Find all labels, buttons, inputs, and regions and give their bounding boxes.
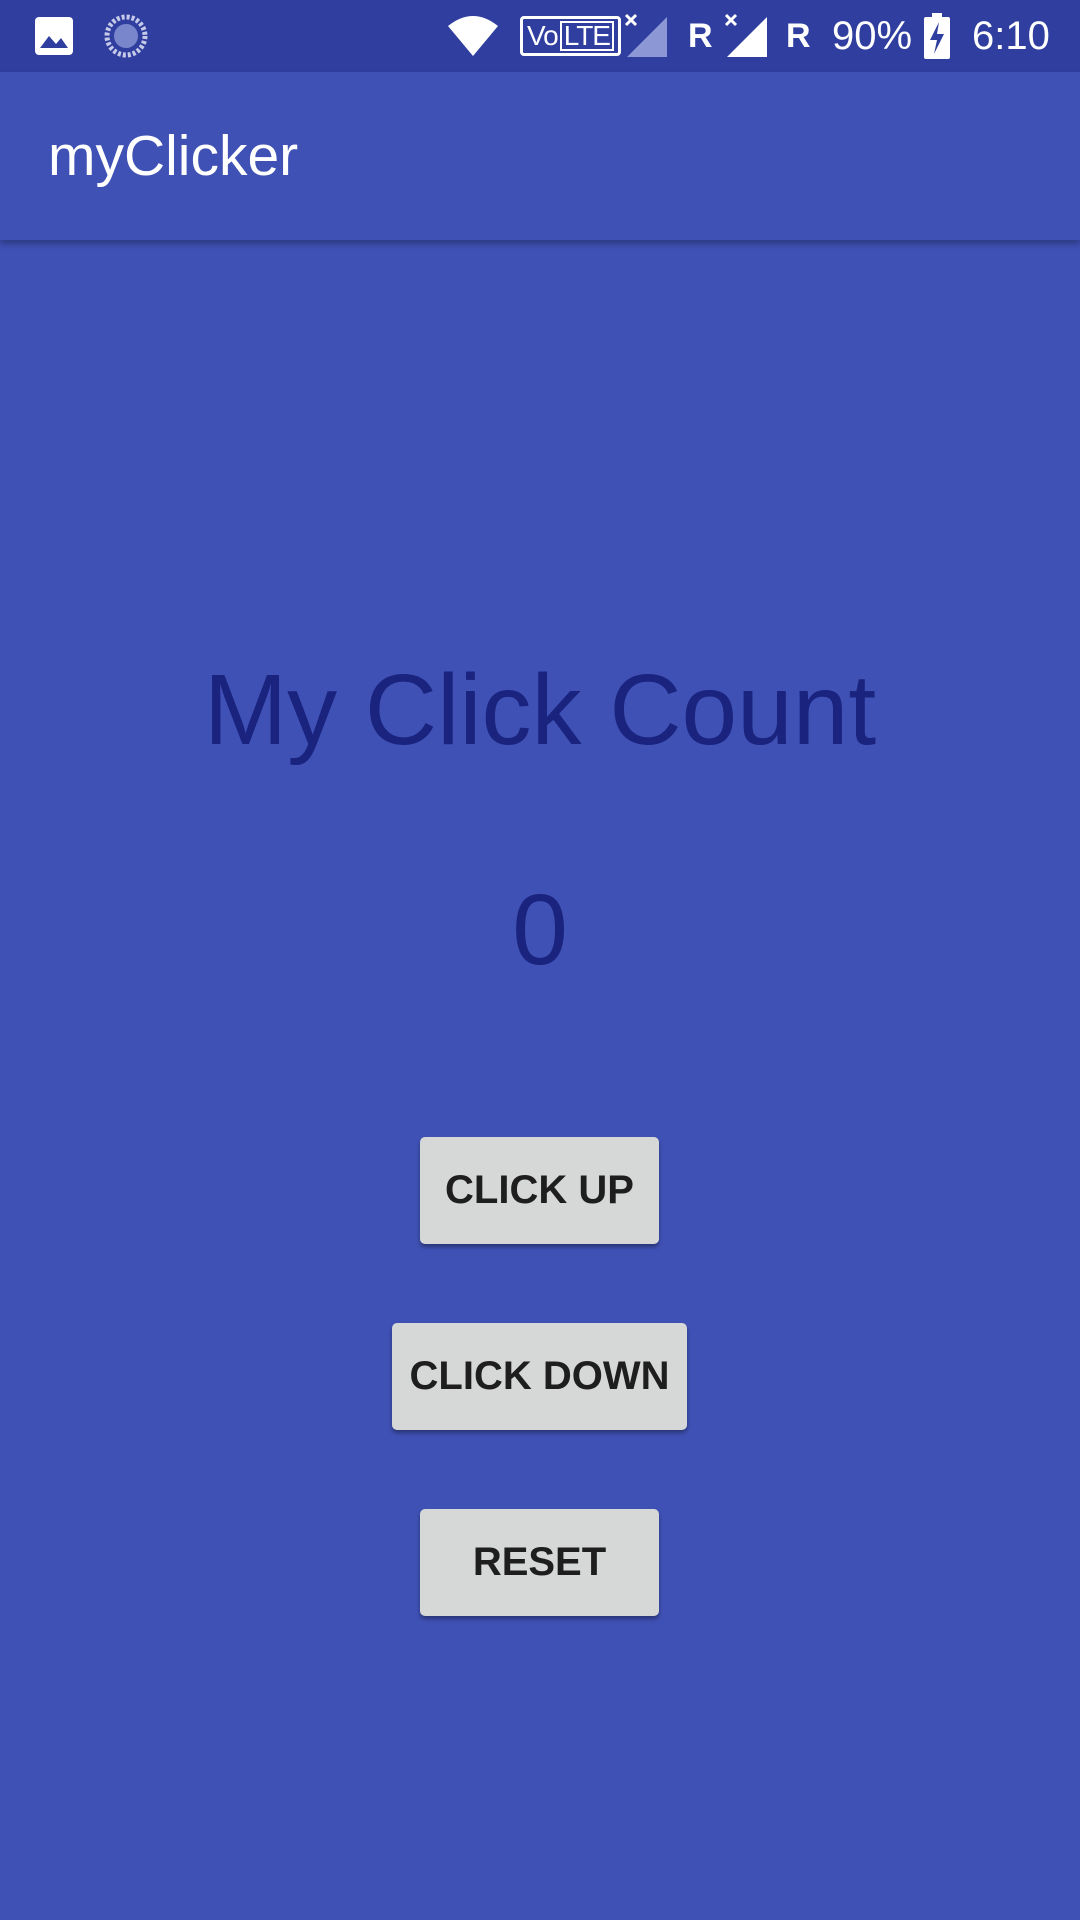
volte-icon: Vo LTE [520, 0, 621, 72]
click-down-button[interactable]: CLICK DOWN [392, 1323, 687, 1430]
roaming-indicator: R [786, 0, 811, 72]
volte-suffix: LTE [559, 21, 614, 51]
wifi-icon [446, 0, 500, 72]
status-bar: Vo LTE R R 90% 6:10 [0, 0, 1080, 72]
signal-icon [624, 0, 670, 72]
click-up-button[interactable]: CLICK UP [420, 1137, 659, 1244]
battery-charging-icon [924, 0, 950, 72]
battery-level: 90% [832, 0, 912, 72]
app-bar: myClicker [0, 72, 1080, 240]
battery-percent: 90% [832, 13, 913, 58]
roaming-indicator: R [688, 0, 713, 72]
reset-button[interactable]: RESET [420, 1509, 659, 1616]
image-icon [34, 0, 74, 72]
clock: 6:10 [972, 0, 1050, 72]
volte-prefix: Vo [527, 20, 559, 51]
roaming-label-2: R [786, 16, 811, 55]
sync-icon [104, 0, 148, 72]
roaming-label-1: R [688, 16, 713, 55]
app-title: myClicker [48, 124, 299, 188]
signal-icon [724, 0, 770, 72]
click-count-heading: My Click Count [203, 654, 877, 766]
app-screen: Vo LTE R R 90% 6:10 myClicker My Click C… [0, 0, 1080, 1920]
click-count-value: 0 [512, 874, 568, 986]
status-time: 6:10 [972, 13, 1050, 58]
